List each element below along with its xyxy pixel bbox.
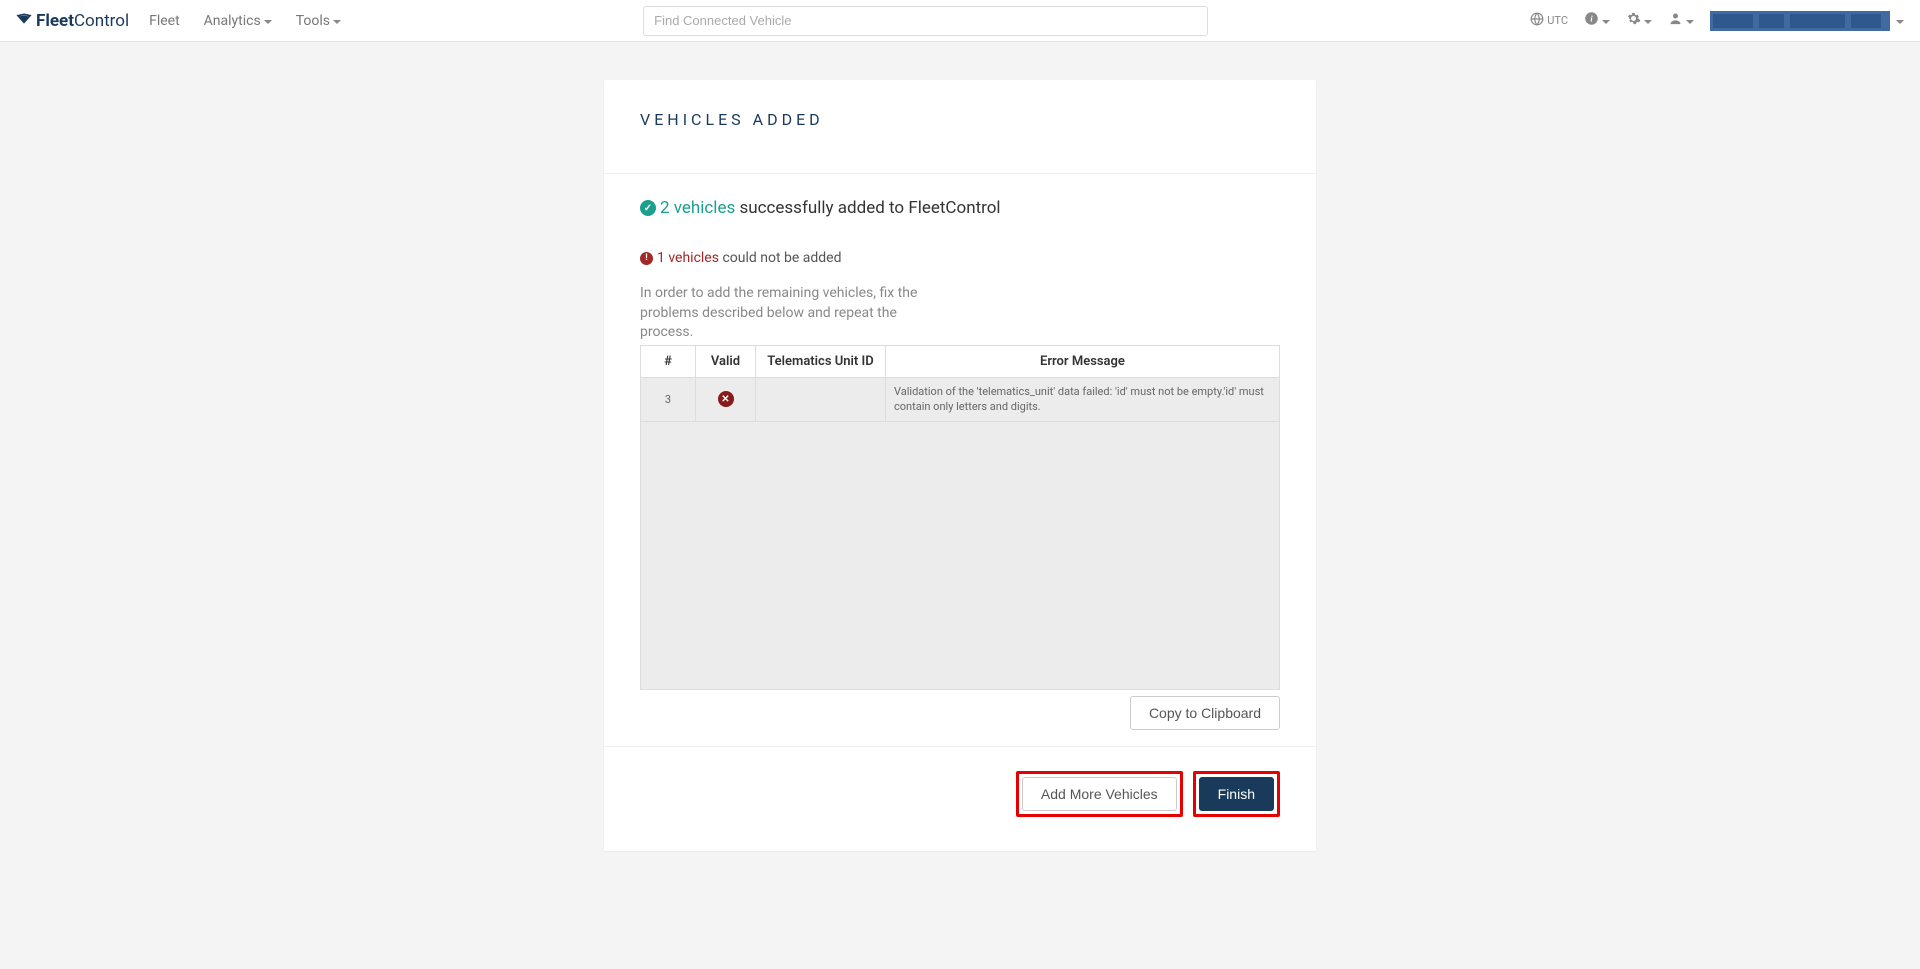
- brand-shield-icon: [16, 13, 32, 29]
- user-icon: [1668, 11, 1683, 30]
- highlight-add-more: Add More Vehicles: [1016, 771, 1183, 817]
- nav-fleet[interactable]: Fleet: [149, 13, 180, 29]
- th-number: #: [641, 345, 696, 377]
- gear-icon: [1626, 11, 1641, 30]
- chevron-down-icon: [1602, 20, 1610, 24]
- success-message: ✓ 2 vehicles successfully added to Fleet…: [640, 198, 1280, 218]
- th-telematics-id: Telematics Unit ID: [756, 345, 886, 377]
- copy-to-clipboard-button[interactable]: Copy to Clipboard: [1130, 696, 1280, 730]
- settings-menu[interactable]: [1626, 11, 1652, 30]
- highlight-finish: Finish: [1193, 771, 1280, 817]
- user-menu[interactable]: [1668, 11, 1694, 30]
- timezone-selector[interactable]: UTC: [1530, 12, 1568, 30]
- main-nav: Fleet Analytics Tools: [149, 13, 341, 29]
- finish-button[interactable]: Finish: [1199, 777, 1274, 811]
- table-empty-area: [640, 422, 1280, 690]
- invalid-x-icon: ✕: [718, 391, 734, 407]
- header-right-controls: UTC i: [1530, 11, 1904, 31]
- chevron-down-icon: [333, 20, 341, 24]
- check-circle-icon: ✓: [640, 200, 656, 216]
- account-label-redacted: [1710, 11, 1890, 31]
- search-input[interactable]: [643, 6, 1208, 36]
- th-valid: Valid: [696, 345, 756, 377]
- info-menu[interactable]: i: [1584, 11, 1610, 30]
- error-table: # Valid Telematics Unit ID Error Message…: [640, 345, 1280, 422]
- cell-number: 3: [641, 377, 696, 421]
- topbar: FleetControl Fleet Analytics Tools UTC i: [0, 0, 1920, 42]
- chevron-down-icon: [1896, 20, 1904, 24]
- table-row: 3 ✕ Validation of the 'telematics_unit' …: [641, 377, 1280, 421]
- account-menu[interactable]: [1710, 11, 1904, 31]
- cell-error-message: Validation of the 'telematics_unit' data…: [886, 377, 1280, 421]
- cell-valid: ✕: [696, 377, 756, 421]
- chevron-down-icon: [1644, 20, 1652, 24]
- brand-logo[interactable]: FleetControl: [16, 11, 129, 31]
- add-more-vehicles-button[interactable]: Add More Vehicles: [1022, 777, 1177, 811]
- failure-message: ! 1 vehicles could not be added: [640, 250, 1280, 266]
- alert-circle-icon: !: [640, 252, 653, 265]
- page-title: VEHICLES ADDED: [640, 110, 1280, 129]
- th-error-message: Error Message: [886, 345, 1280, 377]
- nav-tools[interactable]: Tools: [296, 13, 341, 29]
- nav-analytics[interactable]: Analytics: [204, 13, 272, 29]
- globe-icon: [1530, 12, 1544, 30]
- instruction-text: In order to add the remaining vehicles, …: [640, 284, 940, 343]
- vehicles-added-card: VEHICLES ADDED ✓ 2 vehicles successfully…: [604, 80, 1316, 851]
- chevron-down-icon: [264, 20, 272, 24]
- info-icon: i: [1584, 11, 1599, 30]
- chevron-down-icon: [1686, 20, 1694, 24]
- cell-telematics-id: [756, 377, 886, 421]
